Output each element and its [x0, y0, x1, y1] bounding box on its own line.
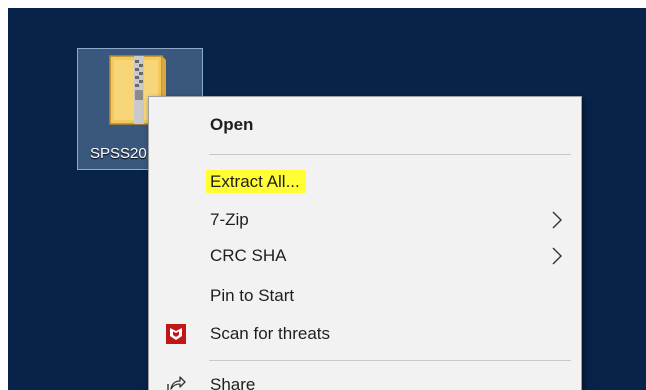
chevron-right-icon: [552, 211, 562, 229]
share-icon: [167, 376, 186, 390]
menu-item-7zip[interactable]: 7-Zip: [149, 202, 581, 238]
menu-item-label: Pin to Start: [210, 286, 295, 305]
menu-item-label: 7-Zip: [210, 210, 249, 229]
chevron-right-icon: [552, 247, 562, 265]
menu-separator: [209, 154, 571, 155]
menu-item-label: Share: [210, 375, 256, 390]
menu-item-crc-sha[interactable]: CRC SHA: [149, 238, 581, 274]
menu-item-label: CRC SHA: [210, 246, 287, 265]
menu-item-pin-to-start[interactable]: Pin to Start: [149, 278, 581, 314]
desktop[interactable]: SPSS20 Open Extract All... 7-Zip CRC SHA…: [8, 8, 646, 390]
menu-item-share[interactable]: Share: [149, 367, 581, 390]
menu-item-extract-all[interactable]: Extract All...: [149, 164, 581, 200]
menu-item-open[interactable]: Open: [149, 107, 581, 143]
context-menu: Open Extract All... 7-Zip CRC SHA Pin to…: [148, 96, 582, 390]
menu-item-label: Open: [210, 115, 254, 134]
menu-item-scan-for-threats[interactable]: Scan for threats: [149, 316, 581, 352]
menu-item-label: Scan for threats: [210, 324, 331, 343]
desktop-icon-label: SPSS20: [90, 145, 147, 162]
mcafee-shield-icon: [166, 324, 186, 344]
menu-separator: [209, 360, 571, 361]
menu-item-label: Extract All...: [206, 170, 306, 193]
